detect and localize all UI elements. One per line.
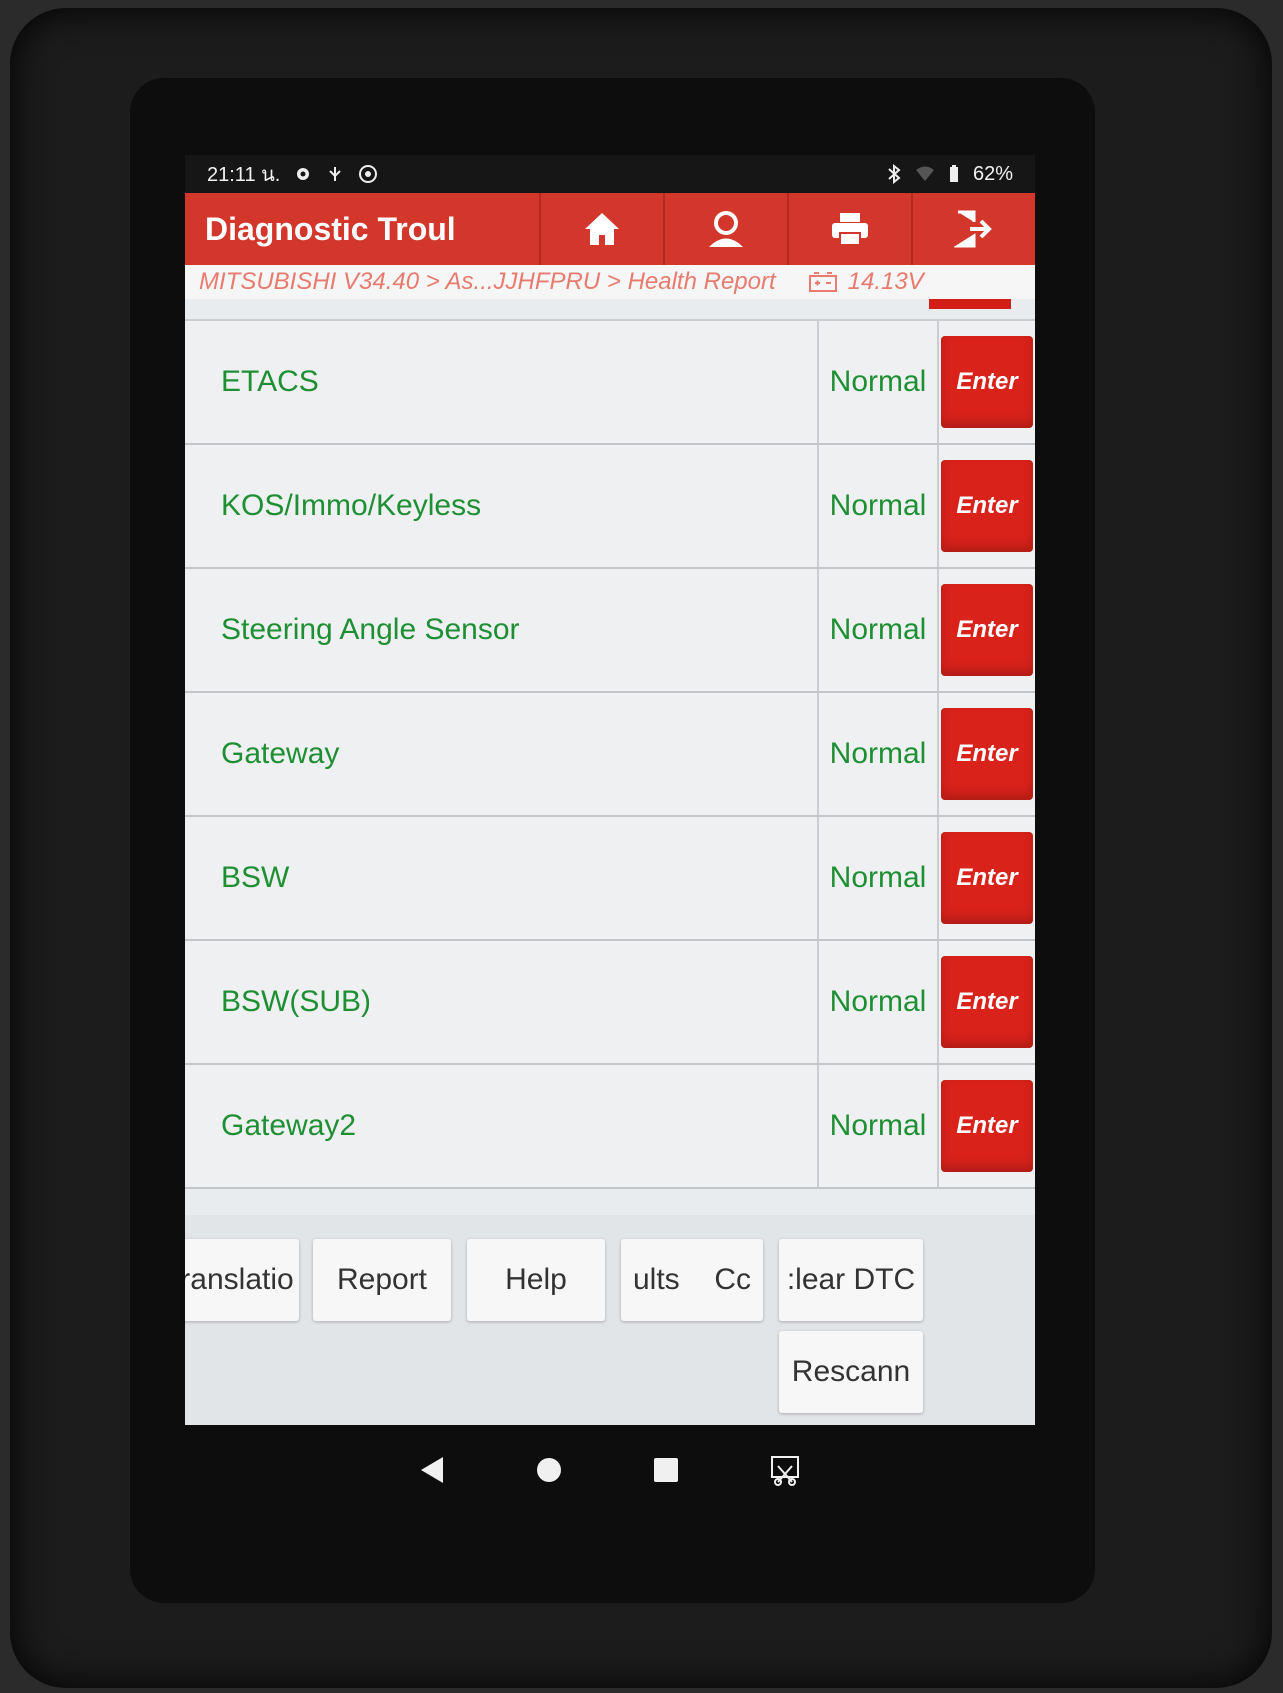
breadcrumb-path: MITSUBISHI V34.40 > As...JJHFPRU > Healt…	[199, 268, 776, 295]
system-status: Normal	[819, 941, 939, 1063]
exit-icon	[954, 210, 992, 248]
results-label: ults	[633, 1263, 680, 1296]
translation-button[interactable]: ranslatio	[185, 1239, 299, 1321]
recents-icon[interactable]	[653, 1457, 679, 1483]
clear-dtc-button[interactable]: :lear DTC	[779, 1239, 923, 1321]
results-label-suffix: Cc	[714, 1263, 751, 1296]
system-status: Normal	[819, 445, 939, 567]
system-name: BSW(SUB)	[185, 941, 819, 1063]
table-row: BSW Normal Enter	[185, 817, 1035, 941]
enter-button[interactable]: Enter	[941, 336, 1033, 428]
system-name: Gateway	[185, 693, 819, 815]
exit-button[interactable]	[911, 193, 1035, 265]
action-toolbar: ranslatio Report Help ults Cc :lear DTC …	[185, 1215, 1035, 1425]
system-status: Normal	[819, 1065, 939, 1187]
report-button[interactable]: Report	[313, 1239, 451, 1321]
enter-button[interactable]: Enter	[941, 1080, 1033, 1172]
bluetooth-icon	[888, 164, 901, 184]
home-nav-icon[interactable]	[535, 1456, 563, 1484]
notification-icon	[359, 165, 378, 183]
system-status: Normal	[819, 321, 939, 443]
enter-button[interactable]: Enter	[941, 460, 1033, 552]
page-title: Diagnostic Troul	[205, 210, 456, 247]
clock: 21:11 น.	[207, 164, 281, 186]
user-icon	[709, 211, 743, 247]
system-name: Gateway2	[185, 1065, 819, 1187]
table-row: Gateway Normal Enter	[185, 693, 1035, 817]
home-icon	[585, 213, 619, 245]
profile-button[interactable]	[663, 193, 787, 265]
print-icon	[832, 213, 868, 246]
system-status: Normal	[819, 569, 939, 691]
system-status: Normal	[819, 693, 939, 815]
help-button[interactable]: Help	[467, 1239, 605, 1321]
system-status: Normal	[819, 817, 939, 939]
system-name: KOS/Immo/Keyless	[185, 445, 819, 567]
car-battery-icon	[808, 272, 837, 292]
battery-icon	[949, 165, 958, 182]
wifi-icon	[915, 166, 934, 181]
enter-button[interactable]: Enter	[941, 708, 1033, 800]
back-icon[interactable]	[419, 1455, 445, 1485]
device-screen: 21:11 น. 62% Diagnostic Troul MITSUBISHI…	[185, 155, 1035, 1425]
system-name: Steering Angle Sensor	[185, 569, 819, 691]
enter-button[interactable]: Enter	[941, 584, 1033, 676]
battery-level: 62%	[972, 162, 1013, 185]
system-name: BSW	[185, 817, 819, 939]
enter-button[interactable]: Enter	[941, 832, 1033, 924]
android-nav-bar	[185, 1430, 1035, 1510]
breadcrumb: MITSUBISHI V34.40 > As...JJHFPRU > Healt…	[185, 265, 1035, 299]
status-bar: 21:11 น. 62%	[185, 155, 1035, 193]
table-row: BSW(SUB) Normal Enter	[185, 941, 1035, 1065]
settings-icon	[297, 168, 310, 180]
table-row: KOS/Immo/Keyless Normal Enter	[185, 445, 1035, 569]
results-button[interactable]: ults Cc	[621, 1239, 763, 1321]
system-status-table: ETACS Normal Enter KOS/Immo/Keyless Norm…	[185, 299, 1035, 1189]
battery-voltage: 14.13V	[847, 268, 924, 295]
previous-enter-button-edge[interactable]	[929, 299, 1011, 309]
rescan-button[interactable]: Rescann	[779, 1331, 923, 1413]
home-button[interactable]	[539, 193, 663, 265]
usb-icon	[329, 167, 342, 181]
table-row: Gateway2 Normal Enter	[185, 1065, 1035, 1189]
screenshot-icon[interactable]	[769, 1454, 801, 1486]
print-button[interactable]	[787, 193, 911, 265]
app-header: Diagnostic Troul	[185, 193, 1035, 265]
table-row: Steering Angle Sensor Normal Enter	[185, 569, 1035, 693]
enter-button[interactable]: Enter	[941, 956, 1033, 1048]
table-top-strip	[185, 299, 1035, 321]
table-row: ETACS Normal Enter	[185, 321, 1035, 445]
system-name: ETACS	[185, 321, 819, 443]
